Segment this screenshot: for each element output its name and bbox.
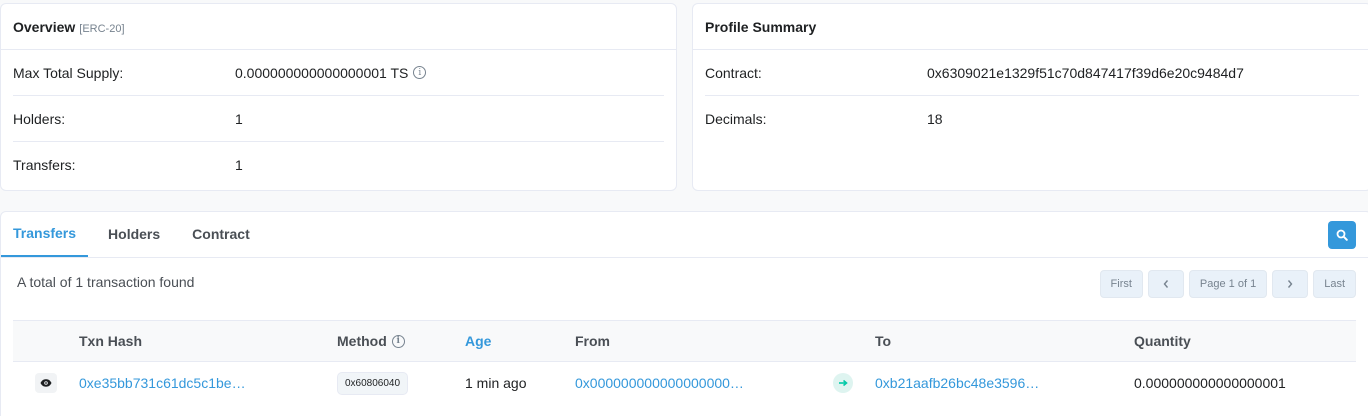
header-age[interactable]: Age	[465, 333, 575, 349]
max-supply-value: 0.000000000000000001 TS	[235, 64, 409, 81]
eye-cell	[13, 373, 79, 393]
from-address-link[interactable]: 0x000000000000000000…	[575, 375, 833, 391]
search-button[interactable]	[1328, 221, 1356, 249]
next-page-button[interactable]	[1272, 270, 1309, 298]
search-icon	[1336, 229, 1348, 241]
summary-bar: A total of 1 transaction found First Pag…	[1, 258, 1368, 312]
profile-summary-card: Profile Summary Contract: 0x6309021e1329…	[692, 3, 1368, 191]
arrow-right-icon	[839, 379, 848, 387]
chevron-left-icon	[1163, 280, 1168, 288]
contract-address-link[interactable]: 0x6309021e1329f51c70d847417f39d6e20c9484…	[927, 65, 1244, 81]
txn-hash-link[interactable]: 0xe35bb731c61dc5c1be…	[79, 375, 337, 391]
header-quantity: Quantity	[1134, 333, 1191, 349]
overview-header: Overview [ERC-20]	[1, 4, 676, 50]
transfers-value: 1	[235, 157, 243, 173]
overview-title-text: Overview	[13, 18, 76, 35]
transfers-row: Transfers: 1	[13, 142, 664, 188]
holders-row: Holders: 1	[13, 96, 664, 142]
header-method: Method i	[337, 333, 465, 349]
decimals-value: 18	[927, 111, 943, 127]
age-value: 1 min ago	[465, 375, 527, 391]
tab-contract[interactable]: Contract	[180, 211, 262, 257]
overview-title: Overview [ERC-20]	[13, 19, 125, 35]
pagination: First Page 1 of 1 Last	[1099, 270, 1356, 298]
tab-transfers[interactable]: Transfers	[1, 211, 89, 257]
contract-row: Contract: 0x6309021e1329f51c70d847417f39…	[705, 50, 1359, 96]
transfers-label: Transfers:	[13, 157, 76, 173]
info-icon[interactable]: i	[413, 66, 427, 79]
max-supply-value-wrap: 0.000000000000000001 TS i	[235, 64, 427, 81]
quantity-value: 0.000000000000000001	[1134, 375, 1286, 391]
token-standard-label: [ERC-20]	[79, 22, 125, 35]
decimals-row: Decimals: 18	[705, 96, 1359, 142]
tab-bar: Transfers Holders Contract	[1, 212, 1368, 258]
decimals-label: Decimals:	[705, 111, 767, 127]
view-details-button[interactable]	[35, 373, 57, 393]
tab-holders[interactable]: Holders	[96, 211, 172, 257]
holders-value: 1	[235, 110, 243, 127]
arrow-cell	[833, 373, 875, 393]
header-to: To	[875, 333, 892, 349]
header-txn-hash: Txn Hash	[79, 333, 143, 349]
to-address-link[interactable]: 0xb21aafb26bc48e3596…	[875, 375, 1134, 391]
prev-page-button[interactable]	[1147, 270, 1184, 298]
max-supply-label: Max Total Supply:	[13, 64, 124, 81]
profile-title: Profile Summary	[705, 18, 817, 35]
first-page-button[interactable]: First	[1099, 270, 1143, 298]
page-indicator: Page 1 of 1	[1188, 270, 1268, 298]
chevron-right-icon	[1288, 280, 1293, 288]
info-icon[interactable]: i	[391, 334, 405, 348]
contract-label: Contract:	[705, 64, 762, 81]
last-page-button[interactable]: Last	[1313, 270, 1356, 298]
transfer-direction-badge	[833, 373, 853, 393]
table-header: Txn Hash Method i Age From To Quantity	[13, 320, 1356, 362]
transfers-card: Transfers Holders Contract A total of 1 …	[0, 211, 1368, 416]
transfers-table: Txn Hash Method i Age From To Quantity 0…	[13, 320, 1356, 404]
method-badge: 0x60806040	[337, 371, 409, 395]
holders-label: Holders:	[13, 110, 66, 127]
eye-icon	[40, 379, 52, 387]
max-supply-row: Max Total Supply: 0.000000000000000001 T…	[13, 50, 664, 96]
header-method-label: Method	[337, 333, 387, 349]
profile-header: Profile Summary	[693, 4, 1368, 50]
method-cell: 0x60806040	[337, 371, 465, 395]
header-from: From	[575, 333, 610, 349]
table-row: 0xe35bb731c61dc5c1be… 0x60806040 1 min a…	[13, 362, 1356, 404]
overview-card: Overview [ERC-20] Max Total Supply: 0.000…	[0, 3, 677, 191]
transaction-count-text: A total of 1 transaction found	[17, 274, 195, 290]
